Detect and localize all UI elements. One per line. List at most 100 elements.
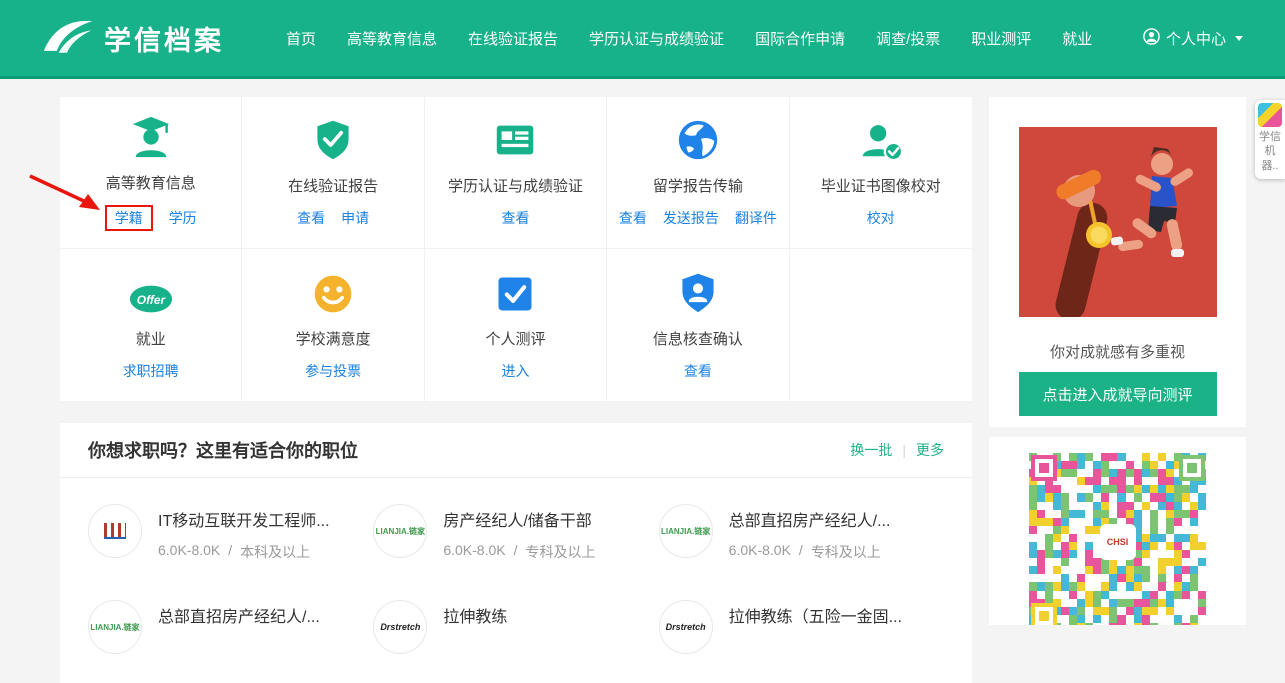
company-logo-lianjia: LIANJIA.链家 bbox=[88, 600, 142, 654]
service-title: 学历认证与成绩验证 bbox=[448, 175, 583, 196]
service-title: 学校满意度 bbox=[296, 328, 371, 349]
job-title: 总部直招房产经纪人/... bbox=[158, 603, 320, 627]
link-xueli[interactable]: 学历 bbox=[169, 208, 197, 228]
widget-label-line1: 学信 bbox=[1257, 130, 1283, 144]
promo-panel: 你对成就感有多重视 点击进入成就导向测评 bbox=[989, 97, 1246, 427]
separator: / bbox=[514, 542, 518, 562]
job-listing[interactable]: Drstretch 拉伸教练 bbox=[373, 600, 658, 654]
link-xueji[interactable]: 学籍 bbox=[105, 205, 153, 231]
qr-position-marker bbox=[1031, 455, 1057, 481]
nav-survey-vote[interactable]: 调查/投票 bbox=[876, 28, 940, 49]
job-listing[interactable]: LIANJIA.链家 房产经纪人/储备干部 6.0K-8.0K / 专科及以上 bbox=[373, 504, 658, 562]
nav-employment[interactable]: 就业 bbox=[1062, 28, 1092, 49]
checkbox-icon bbox=[493, 270, 537, 316]
job-salary: 6.0K-8.0K bbox=[443, 542, 505, 562]
link-enter-assessment[interactable]: 进入 bbox=[501, 361, 529, 381]
link-view-confirm[interactable]: 查看 bbox=[684, 361, 712, 381]
service-degree-authentication: 学历认证与成绩验证 查看 bbox=[425, 97, 607, 249]
person-check-icon bbox=[858, 117, 904, 163]
shield-check-icon bbox=[311, 117, 355, 163]
nav-higher-education-info[interactable]: 高等教育信息 bbox=[347, 28, 437, 49]
chatbot-widget[interactable]: 学信 机器.. bbox=[1255, 100, 1285, 179]
service-title: 毕业证书图像校对 bbox=[821, 175, 941, 196]
more-jobs-link[interactable]: 更多 bbox=[916, 440, 944, 460]
widget-label-line2: 机器.. bbox=[1257, 144, 1283, 173]
qr-code: CHSI bbox=[1029, 453, 1207, 625]
service-title: 在线验证报告 bbox=[288, 175, 378, 196]
link-apply-report[interactable]: 申请 bbox=[341, 208, 369, 228]
link-send-report[interactable]: 发送报告 bbox=[663, 208, 719, 228]
top-header: 学信档案 首页 高等教育信息 在线验证报告 学历认证与成绩验证 国际合作申请 调… bbox=[0, 0, 1285, 79]
document-card-icon bbox=[492, 117, 538, 163]
user-menu-label: 个人中心 bbox=[1166, 28, 1226, 49]
job-listing[interactable]: LIANJIA.链家 总部直招房产经纪人/... 6.0K-8.0K / 专科及… bbox=[659, 504, 944, 562]
link-photo-check[interactable]: 校对 bbox=[867, 208, 895, 228]
robot-avatar-icon bbox=[1258, 103, 1282, 127]
qr-position-marker bbox=[1179, 455, 1205, 481]
service-title: 个人测评 bbox=[485, 328, 545, 349]
nav-degree-authentication[interactable]: 学历认证与成绩验证 bbox=[589, 28, 724, 49]
company-logo-lianjia: LIANJIA.链家 bbox=[659, 504, 713, 558]
jobs-title: 你想求职吗？这里有适合你的职位 bbox=[88, 437, 358, 463]
user-menu[interactable]: 个人中心 bbox=[1143, 28, 1243, 49]
job-listing[interactable]: Drstretch 拉伸教练（五险一金固... bbox=[659, 600, 944, 654]
nav-international-cooperation[interactable]: 国际合作申请 bbox=[755, 28, 845, 49]
job-title: IT移动互联开发工程师... bbox=[158, 507, 330, 531]
promo-caption: 你对成就感有多重视 bbox=[989, 341, 1246, 362]
service-title: 信息核查确认 bbox=[653, 328, 743, 349]
assessment-button[interactable]: 点击进入成就导向测评 bbox=[1019, 372, 1217, 416]
annotation-arrow bbox=[24, 170, 109, 220]
svg-text:Offer: Offer bbox=[136, 292, 166, 306]
qr-position-marker bbox=[1031, 603, 1057, 625]
offer-badge-icon: Offer bbox=[128, 270, 174, 316]
globe-icon bbox=[675, 117, 721, 163]
chevron-down-icon bbox=[1235, 36, 1243, 41]
main-nav: 首页 高等教育信息 在线验证报告 学历认证与成绩验证 国际合作申请 调查/投票 … bbox=[286, 28, 1092, 49]
service-title: 就业 bbox=[136, 328, 166, 349]
service-employment: Offer 就业 求职招聘 bbox=[60, 249, 242, 401]
service-info-verification-confirm: 信息核查确认 查看 bbox=[607, 249, 789, 401]
company-logo-edu bbox=[88, 504, 142, 558]
company-logo-lianjia: LIANJIA.链家 bbox=[373, 504, 427, 558]
service-title: 留学报告传输 bbox=[653, 175, 743, 196]
separator: / bbox=[799, 542, 803, 562]
link-job-seeking[interactable]: 求职招聘 bbox=[123, 361, 179, 381]
job-title: 房产经纪人/储备干部 bbox=[443, 507, 595, 531]
logo-text: 学信档案 bbox=[104, 19, 224, 58]
logo-swoosh-icon bbox=[42, 17, 94, 60]
job-education: 专科及以上 bbox=[525, 542, 595, 562]
service-title: 高等教育信息 bbox=[106, 172, 196, 193]
service-personal-assessment: 个人测评 进入 bbox=[425, 249, 607, 401]
qr-center-logo: CHSI bbox=[1100, 524, 1136, 560]
jobs-panel: 你想求职吗？这里有适合你的职位 换一批 | 更多 IT移动互联开发工程师... … bbox=[60, 423, 972, 683]
user-icon bbox=[1143, 28, 1160, 49]
shield-person-icon bbox=[676, 270, 720, 316]
nav-online-verification-report[interactable]: 在线验证报告 bbox=[468, 28, 558, 49]
service-overseas-report-transfer: 留学报告传输 查看 发送报告 翻译件 bbox=[607, 97, 789, 249]
job-salary: 6.0K-8.0K bbox=[158, 542, 220, 562]
refresh-jobs-link[interactable]: 换一批 bbox=[850, 440, 892, 460]
nav-career-assessment[interactable]: 职业测评 bbox=[971, 28, 1031, 49]
job-title: 拉伸教练（五险一金固... bbox=[729, 603, 902, 627]
link-translation[interactable]: 翻译件 bbox=[735, 208, 777, 228]
link-view-authentication[interactable]: 查看 bbox=[501, 208, 529, 228]
nav-home[interactable]: 首页 bbox=[286, 28, 316, 49]
job-title: 拉伸教练 bbox=[443, 603, 507, 627]
service-graduation-photo-check: 毕业证书图像校对 校对 bbox=[790, 97, 972, 249]
site-logo[interactable]: 学信档案 bbox=[42, 17, 224, 60]
link-view-transfer[interactable]: 查看 bbox=[619, 208, 647, 228]
promo-illustration[interactable] bbox=[1019, 127, 1217, 317]
service-empty-cell bbox=[790, 249, 972, 401]
services-panel: 高等教育信息 学籍 学历 在线验证报告 查看 申请 bbox=[60, 97, 972, 401]
service-school-satisfaction: 学校满意度 参与投票 bbox=[242, 249, 424, 401]
job-listing[interactable]: LIANJIA.链家 总部直招房产经纪人/... bbox=[88, 600, 373, 654]
company-logo-drstretch: Drstretch bbox=[373, 600, 427, 654]
job-education: 专科及以上 bbox=[811, 542, 881, 562]
link-view-report[interactable]: 查看 bbox=[297, 208, 325, 228]
separator: / bbox=[228, 542, 232, 562]
company-logo-drstretch: Drstretch bbox=[659, 600, 713, 654]
job-listing[interactable]: IT移动互联开发工程师... 6.0K-8.0K / 本科及以上 bbox=[88, 504, 373, 562]
job-salary: 6.0K-8.0K bbox=[729, 542, 791, 562]
link-vote[interactable]: 参与投票 bbox=[305, 361, 361, 381]
qr-panel: CHSI bbox=[989, 437, 1246, 625]
